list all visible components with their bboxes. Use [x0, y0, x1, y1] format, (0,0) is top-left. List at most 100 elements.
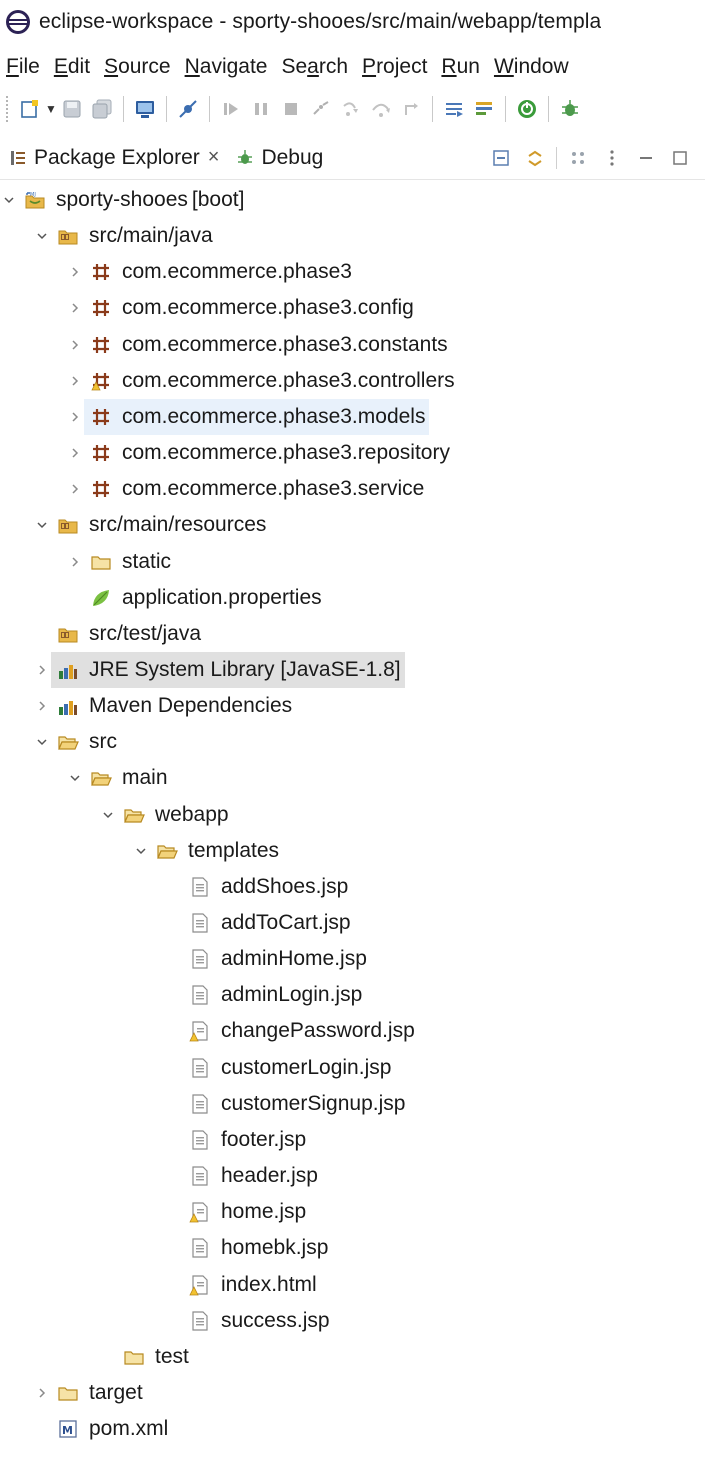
tree-item[interactable]: customerSignup.jsp	[0, 1086, 705, 1122]
menu-navigate[interactable]: Navigate	[185, 55, 268, 79]
tree-item-content[interactable]: main	[84, 760, 172, 796]
use-step-filters-icon[interactable]	[442, 97, 466, 121]
terminal-icon[interactable]	[133, 97, 157, 121]
menu-project[interactable]: Project	[362, 55, 427, 79]
tree-item[interactable]: Maven Dependencies	[0, 688, 705, 724]
tree-item-content[interactable]: customerSignup.jsp	[183, 1086, 409, 1122]
tree-item-content[interactable]: MJ sporty-shooes [boot]	[18, 182, 248, 218]
tree-item-content[interactable]: Maven Dependencies	[51, 688, 296, 724]
tree-item-content[interactable]: adminHome.jsp	[183, 941, 371, 977]
chevron-down-icon[interactable]	[0, 190, 18, 210]
tree-item-content[interactable]: src	[51, 724, 121, 760]
tree-item[interactable]: customerLogin.jsp	[0, 1050, 705, 1086]
save-icon[interactable]	[60, 97, 84, 121]
chevron-down-icon[interactable]	[33, 732, 51, 752]
tree-item[interactable]: MJ sporty-shooes [boot]	[0, 182, 705, 218]
tree-item-content[interactable]: com.ecommerce.phase3.constants	[84, 327, 452, 363]
chevron-right-icon[interactable]	[66, 262, 84, 282]
tree-item[interactable]: webapp	[0, 797, 705, 833]
tree-item-content[interactable]: test	[117, 1339, 193, 1375]
chevron-right-icon[interactable]	[33, 1383, 51, 1403]
menu-file[interactable]: File	[6, 55, 40, 79]
tree-item[interactable]: com.ecommerce.phase3.constants	[0, 327, 705, 363]
chevron-right-icon[interactable]	[66, 335, 84, 355]
chevron-right-icon[interactable]	[66, 443, 84, 463]
menu-source[interactable]: Source	[104, 55, 171, 79]
step-return-icon[interactable]	[399, 97, 423, 121]
open-task-icon[interactable]	[472, 97, 496, 121]
tree-item[interactable]: templates	[0, 833, 705, 869]
chevron-right-icon[interactable]	[66, 479, 84, 499]
minimize-icon[interactable]	[633, 145, 659, 171]
chevron-right-icon[interactable]	[33, 696, 51, 716]
close-icon[interactable]: ×	[208, 146, 220, 169]
toolbar-grip[interactable]	[6, 96, 9, 122]
tree-item-content[interactable]: homebk.jsp	[183, 1230, 332, 1266]
chevron-down-icon[interactable]	[33, 515, 51, 535]
tree-item[interactable]: JRE System Library [JavaSE-1.8]	[0, 652, 705, 688]
tree-item-content[interactable]: com.ecommerce.phase3.service	[84, 471, 428, 507]
new-dropdown-icon[interactable]: ▼	[45, 97, 57, 121]
chevron-down-icon[interactable]	[66, 768, 84, 788]
tree-item-content[interactable]: addShoes.jsp	[183, 869, 352, 905]
resume-icon[interactable]	[219, 97, 243, 121]
step-into-icon[interactable]	[339, 97, 363, 121]
tree-item-content[interactable]: src/main/resources	[51, 507, 270, 543]
tree-item[interactable]: com.ecommerce.phase3.controllers	[0, 363, 705, 399]
tree-item[interactable]: Mpom.xml	[0, 1411, 705, 1447]
new-icon[interactable]	[18, 97, 42, 121]
tree-item-content[interactable]: com.ecommerce.phase3.models	[84, 399, 430, 435]
view-menu-icon[interactable]	[599, 145, 625, 171]
tree-item-content[interactable]: com.ecommerce.phase3.config	[84, 290, 418, 326]
tree-item[interactable]: src/main/resources	[0, 507, 705, 543]
tree-item[interactable]: test	[0, 1339, 705, 1375]
menu-window[interactable]: Window	[494, 55, 569, 79]
chevron-right-icon[interactable]	[66, 298, 84, 318]
chevron-down-icon[interactable]	[33, 226, 51, 246]
tree-item-content[interactable]: application.properties	[84, 580, 326, 616]
link-with-editor-icon[interactable]	[522, 145, 548, 171]
tree-item[interactable]: header.jsp	[0, 1158, 705, 1194]
chevron-right-icon[interactable]	[66, 552, 84, 572]
tree-item[interactable]: index.html	[0, 1267, 705, 1303]
save-all-icon[interactable]	[90, 97, 114, 121]
tree-item[interactable]: success.jsp	[0, 1303, 705, 1339]
tree-item[interactable]: footer.jsp	[0, 1122, 705, 1158]
tree-item-content[interactable]: com.ecommerce.phase3.controllers	[84, 363, 459, 399]
tree-item[interactable]: adminHome.jsp	[0, 941, 705, 977]
tree-item-content[interactable]: customerLogin.jsp	[183, 1050, 395, 1086]
tree-item-content[interactable]: src/test/java	[51, 616, 205, 652]
chevron-right-icon[interactable]	[66, 371, 84, 391]
tree-item[interactable]: com.ecommerce.phase3	[0, 254, 705, 290]
tree-item-content[interactable]: com.ecommerce.phase3.repository	[84, 435, 454, 471]
terminate-icon[interactable]	[279, 97, 303, 121]
tree-item[interactable]: static	[0, 544, 705, 580]
tree-item[interactable]: src/main/java	[0, 218, 705, 254]
chevron-right-icon[interactable]	[66, 407, 84, 427]
tree-item[interactable]: homebk.jsp	[0, 1230, 705, 1266]
menu-edit[interactable]: Edit	[54, 55, 90, 79]
chevron-right-icon[interactable]	[33, 660, 51, 680]
tree-item[interactable]: adminLogin.jsp	[0, 977, 705, 1013]
tree-item[interactable]: main	[0, 760, 705, 796]
maximize-icon[interactable]	[667, 145, 693, 171]
tree-item-content[interactable]: addToCart.jsp	[183, 905, 355, 941]
tree-item-content[interactable]: static	[84, 544, 175, 580]
skip-breakpoints-icon[interactable]	[176, 97, 200, 121]
tree-item[interactable]: src	[0, 724, 705, 760]
tree-item[interactable]: changePassword.jsp	[0, 1013, 705, 1049]
spring-boot-icon[interactable]	[515, 97, 539, 121]
tree-item-content[interactable]: home.jsp	[183, 1194, 310, 1230]
tree-item-content[interactable]: templates	[150, 833, 283, 869]
tree-item-content[interactable]: Mpom.xml	[51, 1411, 172, 1447]
tree-item[interactable]: com.ecommerce.phase3.service	[0, 471, 705, 507]
tree-item-content[interactable]: success.jsp	[183, 1303, 334, 1339]
chevron-down-icon[interactable]	[132, 841, 150, 861]
tree-item[interactable]: addShoes.jsp	[0, 869, 705, 905]
tree-item[interactable]: com.ecommerce.phase3.repository	[0, 435, 705, 471]
suspend-icon[interactable]	[249, 97, 273, 121]
tree-item-content[interactable]: com.ecommerce.phase3	[84, 254, 356, 290]
tab-debug[interactable]: Debug	[227, 136, 331, 180]
tree-item[interactable]: home.jsp	[0, 1194, 705, 1230]
tree-item-content[interactable]: src/main/java	[51, 218, 217, 254]
